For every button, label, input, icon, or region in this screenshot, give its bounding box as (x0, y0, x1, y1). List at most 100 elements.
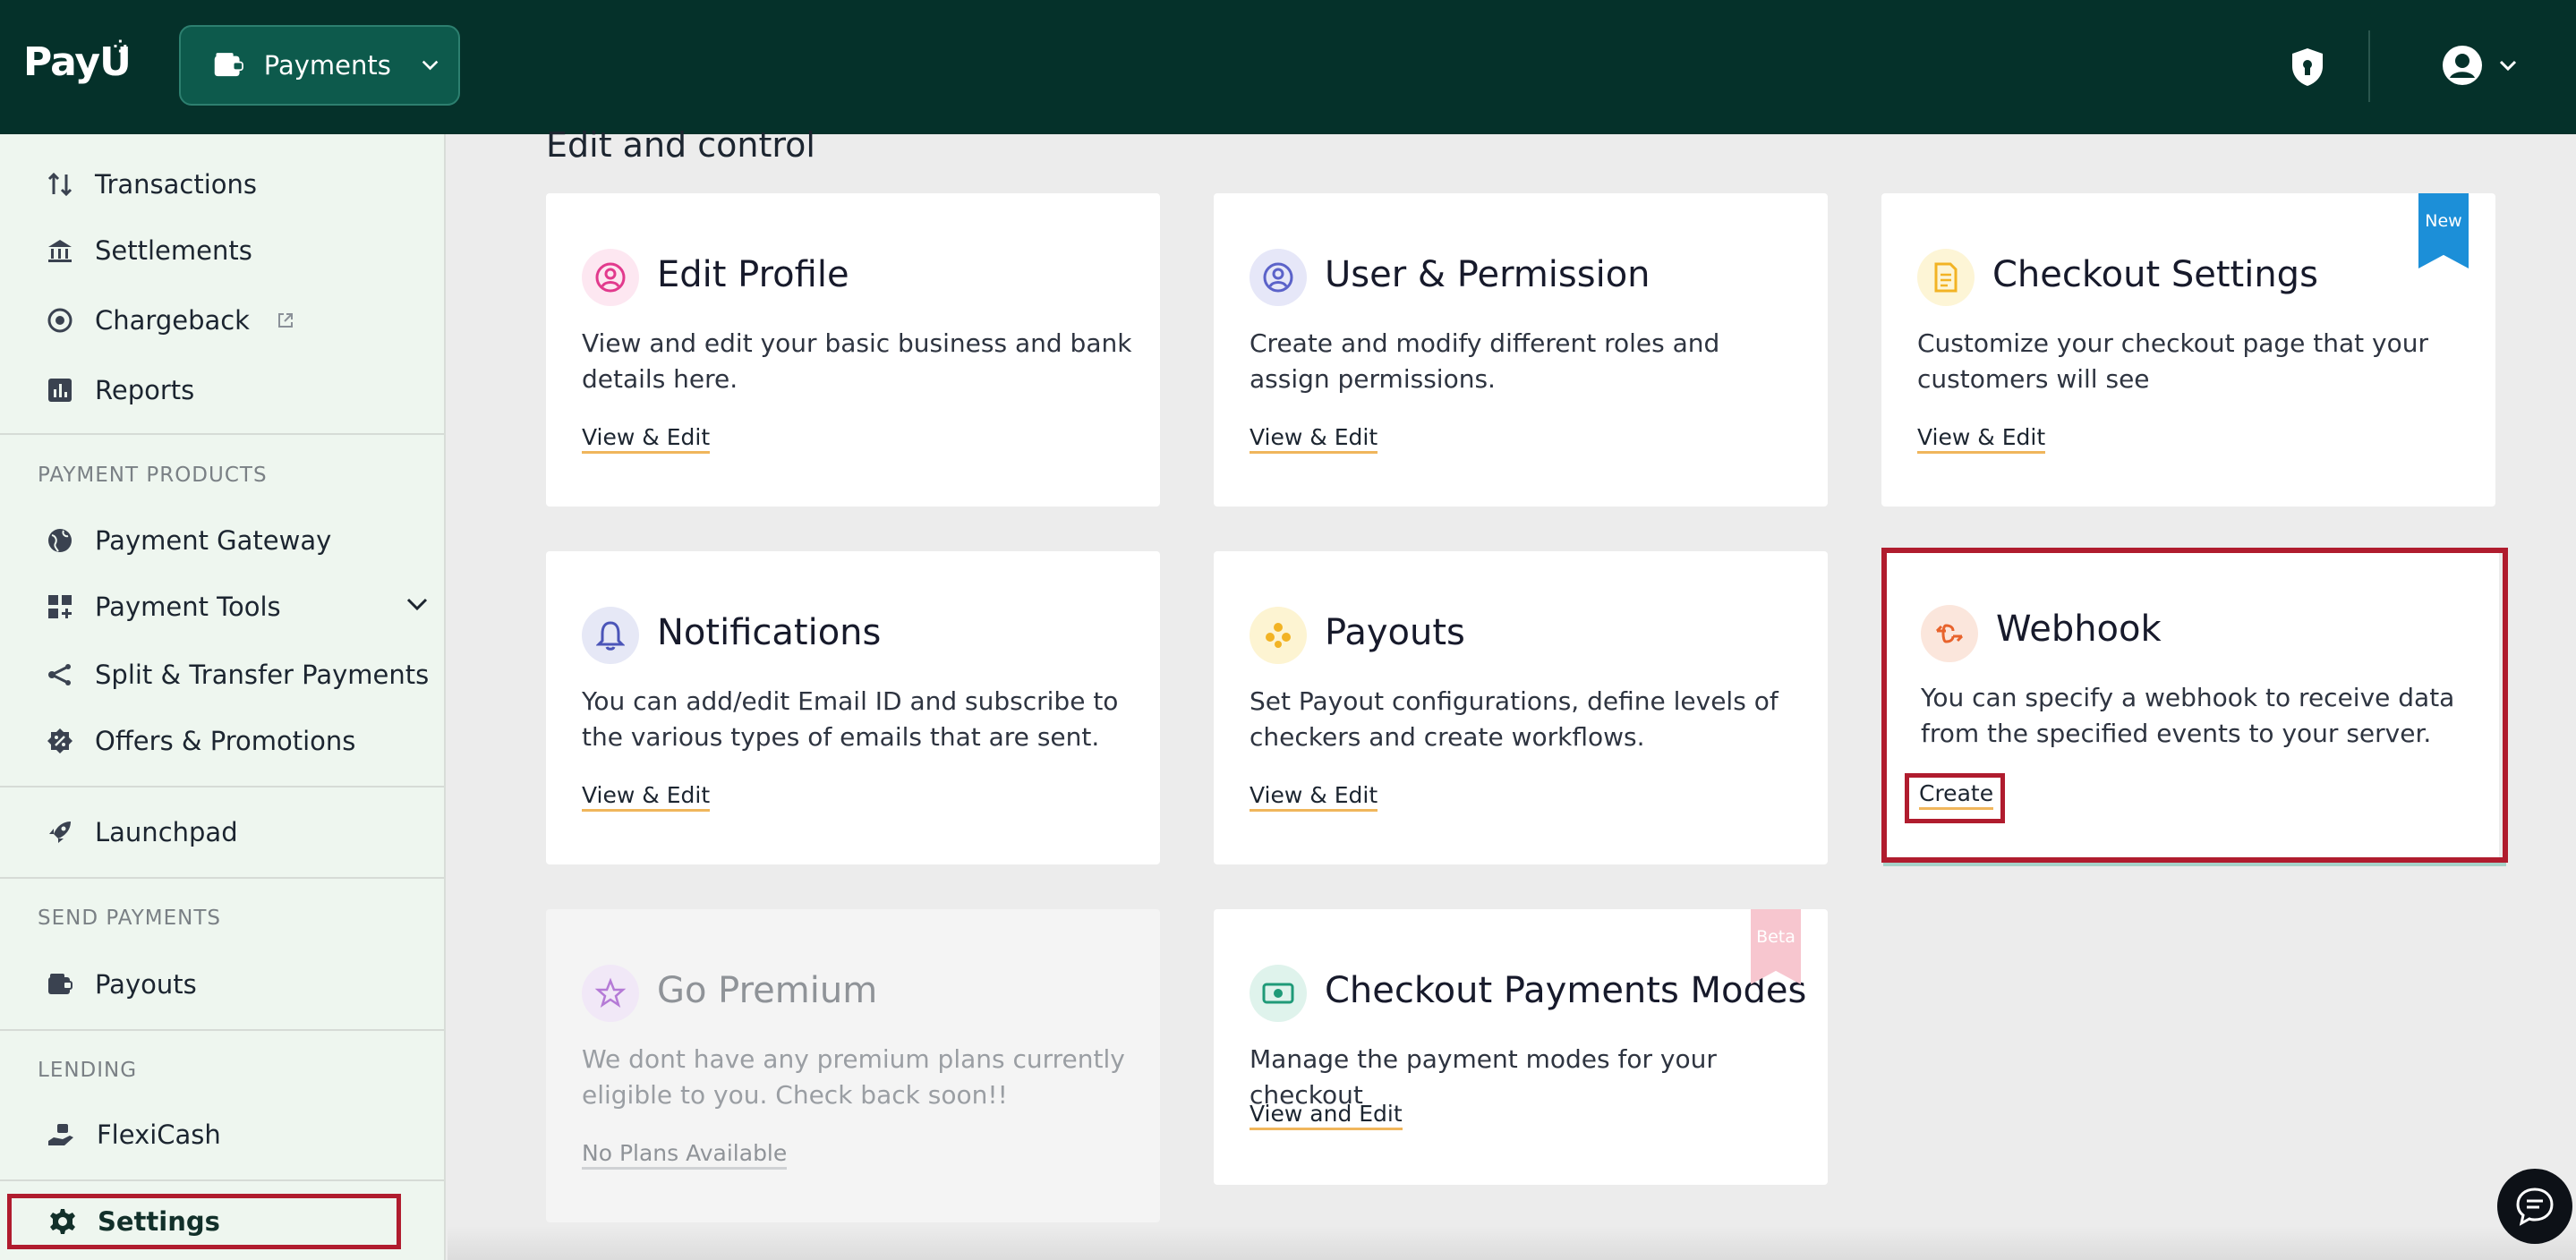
sidebar-item-label: Payment Gateway (95, 525, 332, 556)
sidebar-item-label: Launchpad (95, 817, 238, 847)
card-title: Edit Profile (657, 254, 849, 295)
chat-button[interactable] (2497, 1169, 2572, 1244)
card-edit-profile: Edit Profile View and edit your basic bu… (546, 193, 1160, 507)
view-edit-link[interactable]: View & Edit (582, 782, 711, 812)
sidebar-divider (0, 877, 444, 879)
discount-badge-icon (47, 728, 73, 753)
sidebar-item-chargeback[interactable]: Chargeback (47, 294, 294, 347)
view-edit-link[interactable]: View & Edit (1250, 424, 1378, 454)
split-icon (48, 664, 71, 685)
globe-icon (48, 529, 72, 552)
card-description: Customize your checkout page that your c… (1917, 328, 2429, 394)
sidebar-item-transactions[interactable]: Transactions (47, 158, 257, 211)
card-checkout-payment-modes: Checkout Payments Modes Manage the payme… (1214, 909, 1828, 1185)
card-title: User & Permission (1325, 254, 1651, 295)
external-link-icon (277, 313, 293, 328)
card-title: Notifications (657, 612, 882, 653)
sidebar-divider (0, 1029, 444, 1031)
no-plans-link: No Plans Available (582, 1140, 788, 1170)
view-edit-link[interactable]: View & Edit (582, 424, 711, 454)
wallet-icon (48, 974, 73, 994)
sidebar-item-label: Payment Tools (95, 592, 281, 622)
card-description: You can add/edit Email ID and subscribe … (582, 686, 1119, 752)
chevron-down-icon[interactable] (406, 598, 428, 612)
card-description: View and edit your basic business and ba… (582, 328, 1132, 394)
card-checkout-settings: Checkout Settings Customize your checkou… (1881, 193, 2495, 507)
sidebar-section-payment-products: PAYMENT PRODUCTS (38, 464, 268, 487)
card-go-premium: Go Premium We dont have any premium plan… (546, 909, 1160, 1222)
top-bar: PayU ⁘ Payments (0, 0, 2576, 134)
sidebar-item-label: Settings (98, 1206, 220, 1237)
shield-icon[interactable] (2290, 47, 2325, 88)
card-description: We dont have any premium plans currently… (582, 1044, 1125, 1110)
sidebar-item-label: Chargeback (95, 305, 250, 336)
sidebar-divider (0, 1179, 444, 1181)
sidebar-item-label: Offers & Promotions (95, 726, 356, 756)
card-description: Create and modify different roles and as… (1250, 328, 1720, 394)
card-description: Set Payout configurations, define levels… (1250, 686, 1778, 752)
bar-chart-icon (48, 379, 72, 402)
card-title: Go Premium (657, 970, 878, 1011)
webhook-link-icon (1921, 605, 1978, 662)
cash-icon (1250, 965, 1307, 1022)
document-icon (1917, 249, 1975, 306)
card-title: Checkout Settings (1992, 254, 2318, 295)
card-notifications: Notifications You can add/edit Email ID … (546, 551, 1160, 864)
transfer-arrows-icon (47, 172, 73, 197)
sidebar-item-flexicash[interactable]: FlexiCash (47, 1108, 221, 1162)
view-edit-link[interactable]: View and Edit (1250, 1101, 1403, 1130)
view-edit-link[interactable]: View & Edit (1250, 782, 1378, 812)
header-divider (2368, 30, 2370, 102)
card-title: Checkout Payments Modes (1325, 970, 1807, 1011)
payu-logo[interactable]: PayU ⁘ (23, 36, 132, 85)
payout-flower-icon (1250, 607, 1307, 664)
view-edit-link[interactable]: View & Edit (1917, 424, 2046, 454)
card-payouts: Payouts Set Payout configurations, defin… (1214, 551, 1828, 864)
sidebar-item-label: Transactions (95, 169, 258, 200)
refresh-eye-icon (47, 308, 73, 333)
sidebar-divider (0, 433, 444, 435)
sidebar-section-send-payments: SEND PAYMENTS (38, 907, 221, 930)
sidebar-item-split-transfer[interactable]: Split & Transfer Payments (47, 648, 429, 702)
sidebar-item-settings[interactable]: Settings (7, 1194, 401, 1249)
section-title: Edit and control (546, 125, 815, 165)
bell-icon (582, 607, 639, 664)
sidebar-item-label: Settlements (95, 235, 252, 266)
card-title: Webhook (1996, 609, 2162, 650)
sidebar-item-label: Split & Transfer Payments (95, 660, 430, 690)
wallet-icon (214, 53, 243, 77)
user-circle-icon (582, 249, 639, 306)
bank-icon (48, 240, 72, 262)
card-shadow (1883, 857, 2506, 866)
rocket-icon (49, 822, 71, 843)
product-switcher-label: Payments (263, 50, 391, 81)
card-title: Payouts (1325, 612, 1465, 653)
user-circle-icon (1250, 249, 1307, 306)
star-icon (582, 965, 639, 1022)
hand-cash-icon (48, 1124, 73, 1145)
chat-bubble-icon (2516, 1188, 2554, 1226)
chevron-down-icon (422, 60, 439, 71)
sidebar-item-label: FlexiCash (97, 1120, 221, 1150)
product-switcher[interactable]: Payments (179, 25, 460, 106)
sidebar-item-payment-gateway[interactable]: Payment Gateway (47, 514, 331, 567)
sidebar-section-lending: LENDING (38, 1059, 138, 1082)
create-link-highlight (1905, 773, 2005, 823)
sidebar-item-launchpad[interactable]: Launchpad (47, 805, 238, 859)
gear-icon (50, 1209, 75, 1234)
grid-plus-icon (48, 595, 72, 618)
sidebar-divider (0, 786, 444, 788)
sidebar-item-offers-promotions[interactable]: Offers & Promotions (47, 714, 355, 768)
sidebar-item-settlements[interactable]: Settlements (47, 224, 252, 277)
chevron-down-icon (2499, 60, 2517, 71)
sidebar-item-payment-tools[interactable]: Payment Tools (47, 580, 440, 634)
sidebar-item-payouts[interactable]: Payouts (47, 958, 197, 1011)
card-description: You can specify a webhook to receive dat… (1921, 683, 2455, 748)
new-badge: New (2418, 193, 2469, 268)
card-user-permission: User & Permission Create and modify diff… (1214, 193, 1828, 507)
sidebar-item-reports[interactable]: Reports (47, 363, 194, 417)
sidebar-item-label: Payouts (95, 969, 197, 1000)
account-menu[interactable] (2442, 45, 2517, 86)
bottom-fade (448, 1226, 2576, 1260)
sidebar-item-label: Reports (95, 375, 195, 405)
